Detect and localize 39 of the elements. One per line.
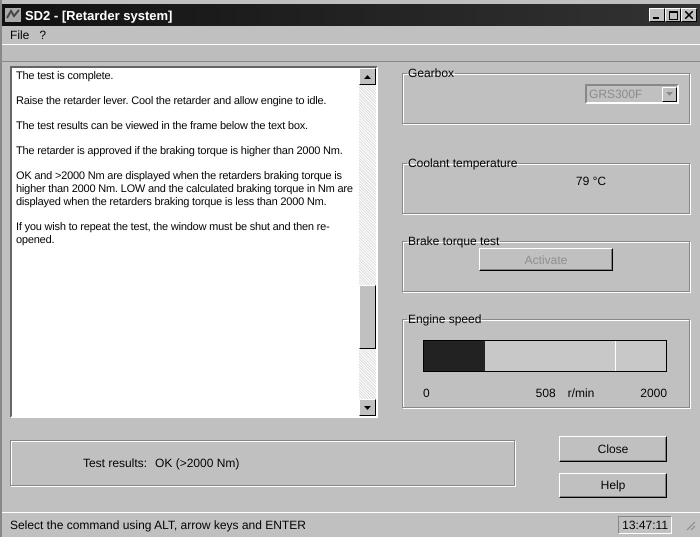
speed-unit: r/min (568, 386, 594, 400)
instruction-text: The test results can be viewed in the frame below the text box. (16, 120, 309, 133)
group-title: Brake torque test (407, 234, 500, 248)
maximize-icon (668, 10, 678, 20)
app-icon (5, 8, 21, 22)
scrollbar[interactable] (359, 68, 376, 416)
up-arrow-icon (364, 74, 371, 78)
group-title: Engine speed (407, 312, 482, 326)
group-title: Gearbox (407, 66, 456, 80)
scroll-thumb[interactable] (359, 285, 376, 349)
dialog-button[interactable]: Help (559, 472, 667, 498)
status-text: Select the command using ALT, arrow keys and ENTER (10, 518, 307, 532)
result-label: Test results: (83, 456, 148, 470)
instruction-text: OK and >2000 Nm are displayed when the retarders braking torque is higher than 2000 Nm. LOW and the calculated braking torque in Nm are displayed when the retarders braking torque is less than 2000 Nm. (16, 170, 354, 209)
scroll-down-button[interactable] (359, 399, 376, 416)
dropdown-arrow-icon (666, 92, 673, 96)
minimize-button[interactable] (649, 8, 665, 22)
instruction-text: The test is complete. (16, 70, 114, 83)
scroll-up-button[interactable] (359, 68, 376, 85)
result-value: OK (>2000 Nm) (155, 456, 240, 470)
resize-grip-icon (684, 519, 696, 531)
speed-reading: 508 (536, 386, 556, 400)
menu-item[interactable]: ? (39, 28, 46, 42)
maximize-button[interactable] (665, 8, 681, 22)
temperature-value: 79 °C (574, 174, 606, 188)
group-title: Coolant temperature (407, 156, 518, 170)
menu-item[interactable]: File (10, 28, 30, 42)
close-icon (685, 11, 693, 19)
scale-max: 2000 (640, 386, 667, 400)
close-button[interactable] (681, 8, 697, 22)
dialog-button[interactable]: Close (559, 436, 667, 462)
threshold-line (615, 341, 616, 371)
scale-min: 0 (423, 386, 430, 400)
instruction-text: If you wish to repeat the test, the window must be shut and then re-opened. (16, 221, 331, 247)
instruction-text: The retarder is approved if the braking torque is higher than 2000 Nm. (16, 145, 344, 158)
down-arrow-icon (364, 406, 371, 410)
instruction-text: Raise the retarder lever. Cool the retarder and allow engine to idle. (16, 95, 328, 108)
window-title: SD2 - [Retarder system] (25, 8, 174, 22)
status-time: 13:47:11 (618, 516, 672, 534)
